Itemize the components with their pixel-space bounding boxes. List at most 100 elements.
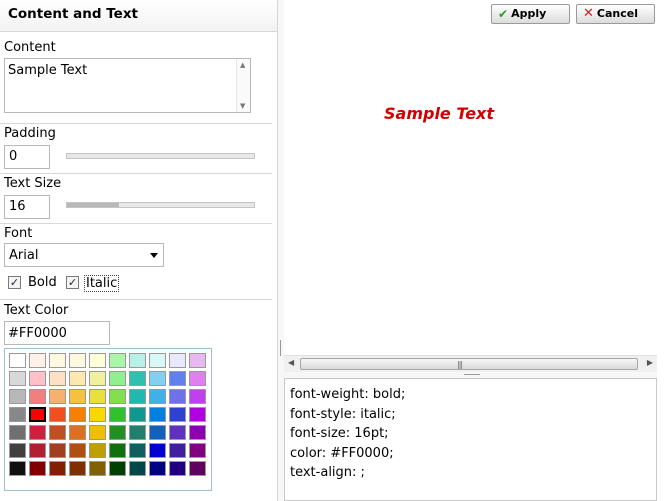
color-swatch[interactable] bbox=[109, 443, 126, 458]
color-swatch[interactable] bbox=[89, 353, 106, 368]
scrollbar-thumb[interactable]: ||| bbox=[300, 358, 638, 370]
content-scrollbar[interactable]: ▲ ▼ bbox=[236, 59, 250, 112]
color-swatch[interactable] bbox=[129, 407, 146, 422]
color-swatch[interactable] bbox=[29, 353, 46, 368]
color-swatch[interactable] bbox=[29, 461, 46, 476]
color-swatch[interactable] bbox=[149, 389, 166, 404]
color-swatch[interactable] bbox=[149, 353, 166, 368]
properties-panel: Content and Text Content Sample Text ▲ ▼… bbox=[0, 0, 278, 501]
color-swatch[interactable] bbox=[169, 425, 186, 440]
color-swatch[interactable] bbox=[69, 353, 86, 368]
color-swatch[interactable] bbox=[69, 371, 86, 386]
padding-input[interactable]: 0 bbox=[4, 145, 50, 169]
color-swatch[interactable] bbox=[129, 353, 146, 368]
color-swatch[interactable] bbox=[169, 443, 186, 458]
color-swatch[interactable] bbox=[9, 353, 26, 368]
color-swatch[interactable] bbox=[189, 461, 206, 476]
color-swatch[interactable] bbox=[189, 425, 206, 440]
color-swatch[interactable] bbox=[69, 443, 86, 458]
color-swatch[interactable] bbox=[189, 389, 206, 404]
scroll-right-icon[interactable]: ▶ bbox=[647, 358, 653, 367]
color-swatch[interactable] bbox=[9, 443, 26, 458]
color-swatch[interactable] bbox=[49, 389, 66, 404]
bold-checkbox[interactable]: ✓ bbox=[8, 276, 21, 289]
color-swatch[interactable] bbox=[109, 353, 126, 368]
text-size-slider[interactable] bbox=[66, 202, 255, 208]
color-swatch[interactable] bbox=[29, 425, 46, 440]
color-swatch[interactable] bbox=[149, 407, 166, 422]
text-size-label: Text Size bbox=[4, 176, 62, 191]
color-swatch[interactable] bbox=[69, 425, 86, 440]
color-swatch[interactable] bbox=[89, 407, 106, 422]
color-swatch[interactable] bbox=[89, 425, 106, 440]
color-swatch[interactable] bbox=[69, 461, 86, 476]
scroll-down-icon[interactable]: ▼ bbox=[240, 102, 245, 110]
color-swatch[interactable] bbox=[29, 407, 46, 422]
css-line: font-style: italic; bbox=[290, 406, 396, 422]
text-size-input[interactable]: 16 bbox=[4, 195, 50, 219]
font-select[interactable]: Arial bbox=[4, 243, 164, 267]
preview-horizontal-scrollbar[interactable]: ◀ ||| ▶ bbox=[284, 355, 657, 372]
color-swatch[interactable] bbox=[89, 461, 106, 476]
color-swatch[interactable] bbox=[109, 389, 126, 404]
color-swatch[interactable] bbox=[169, 407, 186, 422]
cancel-button[interactable]: ✕ Cancel bbox=[576, 4, 655, 24]
chevron-down-icon[interactable] bbox=[150, 253, 158, 258]
color-swatch[interactable] bbox=[109, 371, 126, 386]
css-line: text-align: ; bbox=[290, 465, 365, 480]
apply-label: Apply bbox=[511, 7, 547, 20]
color-swatch[interactable] bbox=[129, 371, 146, 386]
color-swatch[interactable] bbox=[69, 407, 86, 422]
color-swatch[interactable] bbox=[189, 443, 206, 458]
content-textarea[interactable]: Sample Text ▲ ▼ bbox=[4, 58, 251, 113]
color-swatch[interactable] bbox=[129, 461, 146, 476]
color-swatch[interactable] bbox=[149, 425, 166, 440]
color-swatch[interactable] bbox=[49, 443, 66, 458]
color-swatch[interactable] bbox=[69, 389, 86, 404]
scroll-up-icon[interactable]: ▲ bbox=[240, 61, 245, 69]
color-swatch[interactable] bbox=[49, 407, 66, 422]
italic-checkbox[interactable]: ✓ bbox=[66, 276, 79, 289]
color-swatch[interactable] bbox=[169, 371, 186, 386]
color-swatch[interactable] bbox=[169, 389, 186, 404]
apply-button[interactable]: ✔ Apply bbox=[491, 4, 570, 24]
color-swatch[interactable] bbox=[89, 371, 106, 386]
color-swatch[interactable] bbox=[29, 389, 46, 404]
color-swatch[interactable] bbox=[149, 443, 166, 458]
color-swatch[interactable] bbox=[109, 461, 126, 476]
color-swatch[interactable] bbox=[49, 371, 66, 386]
color-swatch[interactable] bbox=[109, 407, 126, 422]
color-swatch[interactable] bbox=[189, 353, 206, 368]
color-swatch[interactable] bbox=[149, 461, 166, 476]
color-swatch[interactable] bbox=[49, 353, 66, 368]
color-swatch[interactable] bbox=[9, 389, 26, 404]
text-size-slider-fill bbox=[67, 203, 120, 207]
color-swatch[interactable] bbox=[9, 371, 26, 386]
color-swatch[interactable] bbox=[109, 425, 126, 440]
color-swatch[interactable] bbox=[129, 443, 146, 458]
color-swatch[interactable] bbox=[49, 461, 66, 476]
color-swatch[interactable] bbox=[49, 425, 66, 440]
divider bbox=[0, 299, 272, 300]
color-swatch[interactable] bbox=[9, 407, 26, 422]
padding-slider[interactable] bbox=[66, 153, 255, 159]
color-swatch[interactable] bbox=[169, 461, 186, 476]
text-color-input[interactable]: #FF0000 bbox=[4, 321, 110, 345]
color-swatch[interactable] bbox=[129, 425, 146, 440]
panel-title: Content and Text bbox=[0, 0, 277, 32]
window-edge bbox=[657, 0, 669, 501]
color-swatch[interactable] bbox=[29, 371, 46, 386]
color-swatch[interactable] bbox=[9, 461, 26, 476]
color-swatch[interactable] bbox=[169, 353, 186, 368]
color-swatch[interactable] bbox=[89, 443, 106, 458]
scroll-left-icon[interactable]: ◀ bbox=[288, 358, 294, 367]
color-swatch[interactable] bbox=[149, 371, 166, 386]
color-swatch[interactable] bbox=[89, 389, 106, 404]
color-swatch[interactable] bbox=[189, 407, 206, 422]
color-swatch[interactable] bbox=[129, 389, 146, 404]
css-output-box[interactable]: font-weight: bold; font-style: italic; fon… bbox=[284, 378, 657, 501]
check-icon: ✔ bbox=[498, 7, 509, 21]
color-swatch[interactable] bbox=[189, 371, 206, 386]
color-swatch[interactable] bbox=[29, 443, 46, 458]
color-swatch[interactable] bbox=[9, 425, 26, 440]
